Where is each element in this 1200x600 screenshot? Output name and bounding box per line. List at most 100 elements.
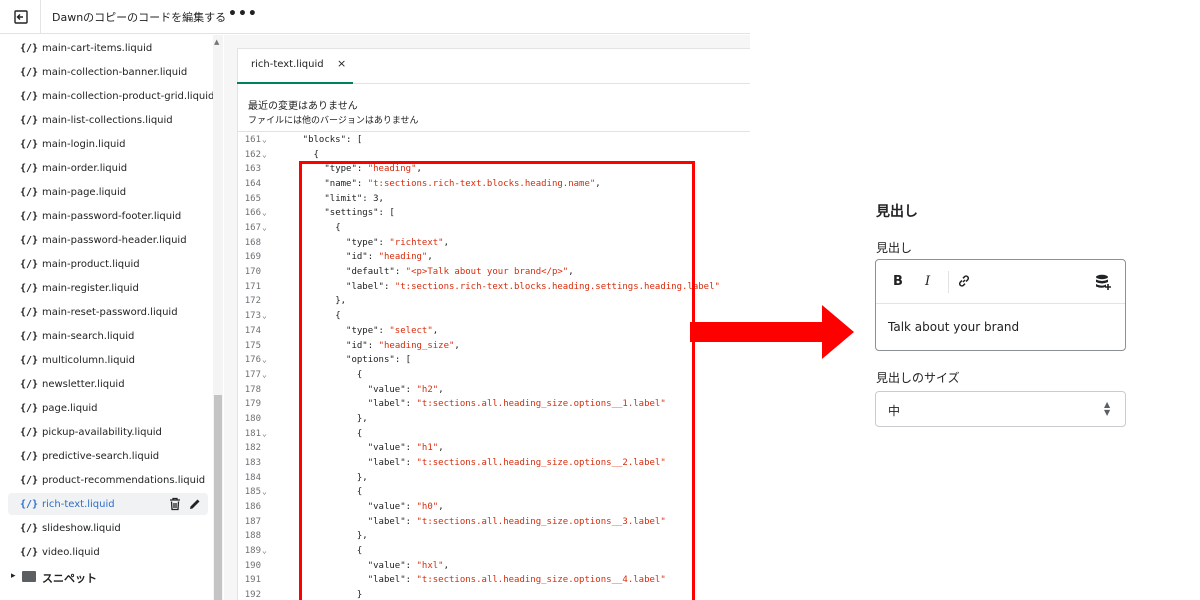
- file-label: main-reset-password.liquid: [42, 306, 178, 318]
- line-number: 184: [244, 472, 261, 483]
- liquid-file-icon: {/}: [20, 330, 39, 342]
- line-number: 191: [244, 575, 261, 586]
- file-label: newsletter.liquid: [42, 378, 125, 390]
- code-text: "blocks": [: [303, 135, 363, 145]
- liquid-file-icon: {/}: [20, 378, 39, 390]
- richtext-toolbar: B I: [876, 260, 1125, 304]
- bold-button[interactable]: B: [893, 274, 903, 289]
- pencil-icon[interactable]: [188, 497, 202, 511]
- file-item[interactable]: {/} pickup-availability.liquid: [8, 421, 208, 443]
- heading-field-label: 見出し: [876, 241, 913, 255]
- line-number: 188: [244, 531, 261, 542]
- line-number: 181: [244, 428, 261, 439]
- tab-rich-text[interactable]: rich-text.liquid ×: [237, 48, 353, 84]
- liquid-file-icon: {/}: [20, 282, 39, 294]
- line-number: 161: [244, 135, 261, 145]
- line-number: 167: [244, 223, 261, 234]
- top-bar: Dawnのコピーのコードを編集する •••: [0, 0, 750, 34]
- line-number: 162: [244, 149, 261, 160]
- file-item[interactable]: {/} main-cart-items.liquid: [8, 37, 208, 59]
- sidebar-scrollbar-thumb[interactable]: [214, 395, 222, 600]
- fold-chevron-icon[interactable]: ⌄: [262, 311, 267, 320]
- file-item[interactable]: {/} main-product.liquid: [8, 253, 208, 275]
- file-label: rich-text.liquid: [42, 498, 115, 510]
- file-tree: {/} main-cart-items.liquid {/} main-collect…: [0, 35, 224, 600]
- line-number: 171: [244, 281, 261, 292]
- heading-size-select[interactable]: 中 ▲ ▼: [875, 391, 1126, 427]
- heading-size-value: 中: [888, 404, 901, 418]
- file-label: main-list-collections.liquid: [42, 114, 173, 126]
- right-arrow-icon: [690, 305, 854, 359]
- folder-snippets[interactable]: ▸ スニペット: [8, 566, 208, 588]
- file-label: main-login.liquid: [42, 138, 126, 150]
- italic-button[interactable]: I: [925, 274, 930, 289]
- liquid-file-icon: {/}: [20, 474, 39, 486]
- chevron-right-icon: ▸: [11, 571, 16, 581]
- close-icon[interactable]: ×: [337, 57, 346, 70]
- file-label: product-recommendations.liquid: [42, 474, 206, 486]
- heading-richtext-editor[interactable]: B I Talk about your brand: [875, 259, 1126, 351]
- fold-chevron-icon[interactable]: ⌄: [262, 223, 267, 232]
- liquid-file-icon: {/}: [20, 138, 39, 150]
- version-notice: 最近の変更はありません ファイルには他のバージョンはありません: [237, 85, 750, 132]
- database-icon[interactable]: [1094, 273, 1112, 291]
- code-punct: : [: [346, 135, 363, 145]
- file-label: pickup-availability.liquid: [42, 426, 162, 438]
- trash-icon[interactable]: [168, 497, 182, 511]
- file-label: main-search.liquid: [42, 330, 135, 342]
- file-label: main-password-header.liquid: [42, 234, 187, 246]
- file-label: video.liquid: [42, 546, 100, 558]
- heading-value[interactable]: Talk about your brand: [888, 320, 1019, 334]
- file-item[interactable]: {/} page.liquid: [8, 397, 208, 419]
- file-label: multicolumn.liquid: [42, 354, 135, 366]
- file-item[interactable]: {/} main-order.liquid: [8, 157, 208, 179]
- file-label: main-cart-items.liquid: [42, 42, 153, 54]
- file-item[interactable]: {/} video.liquid: [8, 541, 208, 563]
- fold-chevron-icon[interactable]: ⌄: [262, 150, 267, 159]
- liquid-file-icon: {/}: [20, 450, 39, 462]
- file-label: main-page.liquid: [42, 186, 127, 198]
- line-number: 176: [244, 355, 261, 366]
- exit-icon[interactable]: [12, 8, 30, 26]
- fold-chevron-icon[interactable]: ⌄: [262, 370, 267, 379]
- liquid-file-icon: {/}: [20, 258, 39, 270]
- file-label: main-collection-product-grid.liquid: [42, 90, 215, 102]
- line-number: 183: [244, 457, 261, 468]
- scroll-up-icon[interactable]: ▲: [214, 38, 219, 46]
- line-number: 168: [244, 237, 261, 248]
- line-number: 170: [244, 267, 261, 278]
- line-number: 190: [244, 560, 261, 571]
- block-heading: 見出し: [876, 204, 918, 220]
- file-item[interactable]: {/} main-password-header.liquid: [8, 229, 208, 251]
- line-number: 165: [244, 193, 261, 204]
- file-item[interactable]: {/} product-recommendations.liquid: [8, 469, 208, 491]
- fold-chevron-icon[interactable]: ⌄: [262, 208, 267, 217]
- line-number: 189: [244, 546, 261, 557]
- more-actions-button[interactable]: •••: [228, 6, 258, 22]
- fold-chevron-icon[interactable]: ⌄: [262, 429, 267, 438]
- liquid-file-icon: {/}: [20, 402, 39, 414]
- fold-chevron-icon[interactable]: ⌄: [262, 487, 267, 496]
- file-label: main-register.liquid: [42, 282, 139, 294]
- file-item[interactable]: {/} rich-text.liquid: [8, 493, 208, 515]
- link-icon[interactable]: [956, 273, 972, 289]
- file-item[interactable]: {/} main-register.liquid: [8, 277, 208, 299]
- file-item[interactable]: {/} main-list-collections.liquid: [8, 109, 208, 131]
- file-item[interactable]: {/} main-login.liquid: [8, 133, 208, 155]
- file-item[interactable]: {/} main-password-footer.liquid: [8, 205, 208, 227]
- file-item[interactable]: {/} newsletter.liquid: [8, 373, 208, 395]
- line-number: 185: [244, 487, 261, 498]
- file-item[interactable]: {/} main-search.liquid: [8, 325, 208, 347]
- file-item[interactable]: {/} slideshow.liquid: [8, 517, 208, 539]
- file-item[interactable]: {/} main-page.liquid: [8, 181, 208, 203]
- liquid-file-icon: {/}: [20, 498, 39, 510]
- fold-chevron-icon[interactable]: ⌄: [262, 546, 267, 555]
- file-item[interactable]: {/} multicolumn.liquid: [8, 349, 208, 371]
- fold-chevron-icon[interactable]: ⌄: [262, 355, 267, 364]
- file-item[interactable]: {/} main-reset-password.liquid: [8, 301, 208, 323]
- file-item[interactable]: {/} predictive-search.liquid: [8, 445, 208, 467]
- liquid-file-icon: {/}: [20, 162, 39, 174]
- fold-chevron-icon[interactable]: ⌄: [262, 135, 267, 144]
- file-item[interactable]: {/} main-collection-banner.liquid: [8, 61, 208, 83]
- file-item[interactable]: {/} main-collection-product-grid.liquid: [8, 85, 214, 107]
